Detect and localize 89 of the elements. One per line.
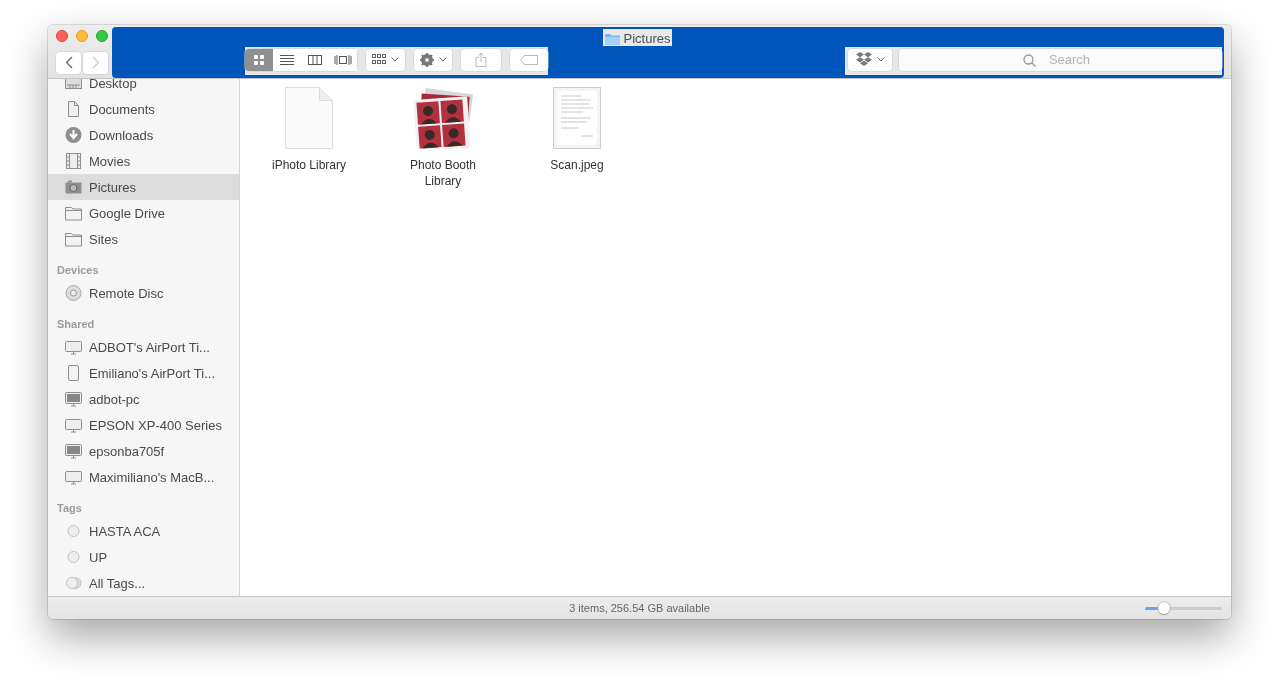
sidebar-item[interactable]: Emiliano's AirPort Ti... [48, 360, 239, 386]
back-button[interactable] [56, 51, 81, 74]
tags-icon [65, 575, 82, 591]
phone-icon [65, 365, 82, 381]
sidebar-item-label: EPSON XP-400 Series [89, 417, 222, 433]
file-name: Scan.jpeg [549, 157, 605, 173]
sidebar-item[interactable]: adbot-pc [48, 386, 239, 412]
monitor-icon [65, 391, 82, 407]
sidebar-item[interactable]: Desktop [48, 79, 239, 96]
disc-icon [65, 285, 82, 301]
arrange-button[interactable] [366, 48, 405, 71]
slider-thumb[interactable] [1158, 601, 1171, 614]
sidebar-item-label: Pictures [89, 179, 136, 195]
monitor-icon [65, 417, 82, 433]
gear-icon [419, 52, 434, 67]
chevron-left-icon [64, 56, 73, 69]
sidebar-item[interactable]: epsonba705f [48, 438, 239, 464]
sidebar-item[interactable]: Pictures [48, 174, 239, 200]
sidebar-item[interactable]: Sites [48, 226, 239, 252]
sidebar-item[interactable]: Google Drive [48, 200, 239, 226]
sidebar-item[interactable]: Downloads [48, 122, 239, 148]
sidebar-item-label: UP [89, 549, 108, 565]
sidebar-item-label: All Tags... [89, 575, 146, 591]
search-field[interactable]: Search [899, 48, 1222, 71]
file-name: iPhoto Library [270, 157, 347, 173]
arrange-icon [372, 54, 386, 65]
sidebar-item-label: Documents [89, 101, 155, 117]
sidebar-heading: Tags [56, 501, 83, 516]
minimize-button[interactable] [76, 30, 88, 42]
folder-icon [604, 32, 620, 45]
sidebar-item[interactable]: HASTA ACA [48, 518, 239, 544]
chevron-right-icon [91, 56, 100, 69]
list-icon [280, 53, 294, 66]
sidebar-item-label: Emiliano's AirPort Ti... [89, 365, 216, 381]
grid-icon [252, 53, 266, 66]
tag-icon [520, 54, 538, 65]
cover-flow-icon [334, 53, 352, 66]
tag-circle-icon [65, 549, 82, 565]
caret-icon [391, 57, 399, 62]
status-text: 3 items, 256.54 GB available [569, 602, 710, 614]
sidebar-item[interactable]: Remote Disc [48, 280, 239, 306]
document-icon [65, 101, 82, 117]
sidebar-item[interactable]: Movies [48, 148, 239, 174]
dropbox-icon [855, 52, 872, 67]
search-icon [1023, 53, 1036, 67]
sidebar-item-label: adbot-pc [89, 391, 140, 407]
tag-circle-icon [65, 523, 82, 539]
caret-icon [876, 57, 885, 62]
sidebar-item[interactable]: All Tags... [48, 570, 239, 596]
scanned-page-icon[interactable] [553, 87, 601, 149]
photo-strip-icon[interactable] [412, 87, 474, 149]
folder-icon [65, 231, 82, 247]
sidebar-item[interactable]: Maximiliano's MacB... [48, 464, 239, 490]
monitor-icon [65, 469, 82, 485]
folder-icon [65, 205, 82, 221]
film-icon [65, 153, 82, 169]
sidebar-item-label: Remote Disc [89, 285, 164, 301]
monitor-icon [65, 443, 82, 459]
action-button[interactable] [414, 48, 452, 71]
view-mode-button[interactable] [245, 48, 273, 71]
share-button[interactable] [461, 48, 501, 71]
sidebar-heading: Devices [56, 263, 100, 278]
sidebar-item-label: HASTA ACA [89, 523, 161, 539]
dropbox-button[interactable] [848, 48, 892, 71]
sidebar-item-label: Maximiliano's MacB... [89, 469, 215, 485]
document-icon[interactable] [285, 87, 333, 149]
sidebar-item-label: Desktop [89, 79, 137, 91]
sidebar-heading: Shared [56, 317, 96, 332]
close-button[interactable] [56, 30, 68, 42]
sidebar-item-label: Sites [89, 231, 118, 247]
columns-icon [308, 53, 322, 66]
sidebar-item[interactable]: Documents [48, 96, 239, 122]
share-icon [475, 52, 487, 67]
monitor-icon [65, 339, 82, 355]
sidebar-item-label: ADBOT's AirPort Ti... [89, 339, 210, 355]
window-title: Pictures [623, 31, 671, 46]
zoom-button[interactable] [96, 30, 108, 42]
download-icon [65, 127, 82, 143]
file-name: Photo Booth Library [408, 157, 478, 189]
sidebar-item[interactable]: UP [48, 544, 239, 570]
sidebar-item[interactable]: EPSON XP-400 Series [48, 412, 239, 438]
caret-icon [438, 57, 447, 62]
sidebar-item-label: Downloads [89, 127, 154, 143]
sidebar-item[interactable]: ADBOT's AirPort Ti... [48, 334, 239, 360]
camera-icon [65, 179, 82, 195]
sidebar-item-label: Google Drive [89, 205, 165, 221]
sidebar-item-label: epsonba705f [89, 443, 165, 459]
tag-button[interactable] [510, 48, 548, 71]
sidebar-item-label: Movies [89, 153, 131, 169]
